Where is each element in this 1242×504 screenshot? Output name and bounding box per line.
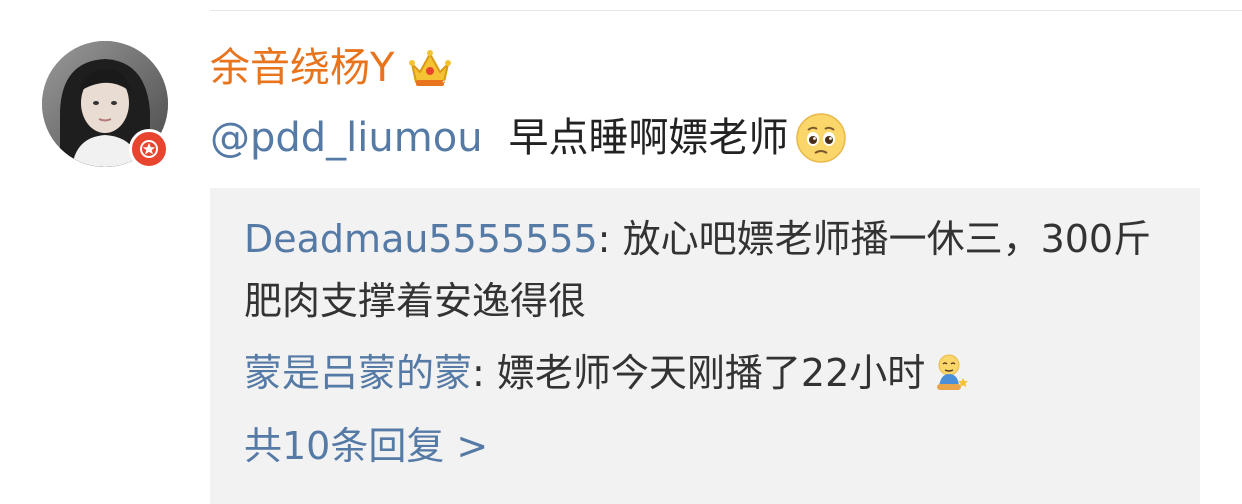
reply-item[interactable]: 蒙是吕蒙的蒙: 嫖老师今天刚播了22小时	[244, 342, 1184, 404]
reply-item[interactable]: Deadmau5555555: 放心吧嫖老师播一休三，300斤肥肉支撑着安逸得很	[244, 208, 1184, 332]
svg-text:2: 2	[442, 79, 448, 91]
reply-author[interactable]: 蒙是吕蒙的蒙	[244, 351, 472, 395]
reply-text: 嫖老师今天刚播了22小时	[496, 351, 926, 395]
reply-separator: :	[472, 351, 497, 395]
reply-preview[interactable]: Deadmau5555555: 放心吧嫖老师播一休三，300斤肥肉支撑着安逸得很…	[210, 188, 1200, 504]
comment-body: @pdd_liumou 早点睡啊嫖老师	[210, 108, 847, 168]
reply-separator: :	[597, 217, 623, 261]
vip-crown-icon[interactable]: 2	[406, 44, 454, 92]
view-all-replies-link[interactable]: 共10条回复 >	[244, 415, 488, 477]
mention-link[interactable]: @pdd_liumou	[210, 110, 483, 166]
relieved-figure-emoji	[931, 348, 971, 390]
username-row: 余音绕杨Y 2	[210, 40, 454, 96]
comment-card: 余音绕杨Y 2 @pdd_liumou 早点睡啊嫖老师 Deadmau55555…	[0, 0, 1242, 504]
comment-text: 早点睡啊嫖老师	[508, 115, 789, 161]
pleading-face-emoji	[795, 112, 847, 164]
reply-author[interactable]: Deadmau5555555	[244, 217, 598, 261]
top-divider	[210, 10, 1242, 11]
username[interactable]: 余音绕杨Y	[210, 40, 394, 96]
verified-badge-icon	[129, 129, 169, 169]
